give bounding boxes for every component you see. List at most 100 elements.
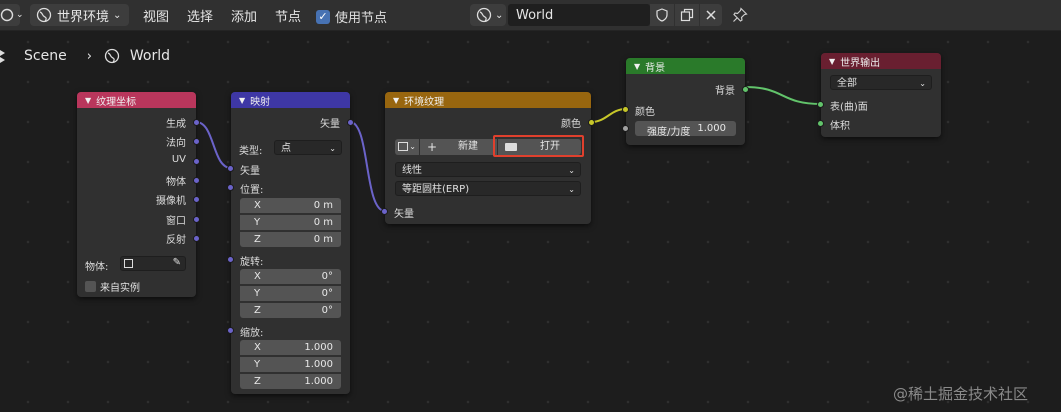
node-header[interactable]: ▼ 背景 (626, 58, 745, 74)
from-instancer-checkbox[interactable]: 来自实例 (85, 279, 140, 294)
pin-icon (732, 7, 748, 23)
socket-location[interactable] (227, 184, 234, 191)
socket-surface-in[interactable] (817, 101, 824, 108)
chevron-down-icon: ⌄ (919, 79, 926, 88)
chevron-down-icon: ⌄ (568, 185, 575, 194)
socket-uv[interactable] (193, 158, 200, 165)
menu-select[interactable]: 选择 (187, 6, 213, 25)
location-x-field[interactable]: X0 m (240, 198, 341, 213)
menu-node[interactable]: 节点 (275, 6, 301, 25)
scale-label: 缩放: (240, 328, 264, 339)
rotation-z-field[interactable]: Z 0° (240, 303, 341, 318)
world-name: World (516, 7, 554, 23)
breadcrumb-scene: Scene (24, 48, 67, 64)
projection-dropdown[interactable]: 等距圆柱(ERP) ⌄ (395, 181, 581, 196)
new-image-button[interactable]: + 新建 (420, 139, 497, 155)
rotation-x-field[interactable]: X 0° (240, 269, 341, 284)
collapse-icon[interactable]: ▼ (634, 62, 640, 71)
rotation-label: 旋转: (240, 257, 264, 268)
socket-normal[interactable] (193, 138, 200, 145)
unlink-button[interactable] (700, 4, 722, 26)
vector-input-label: 矢量 (240, 166, 260, 177)
interpolation-dropdown[interactable]: 线性 ⌄ (395, 162, 581, 177)
collapse-icon[interactable]: ▼ (85, 96, 91, 105)
socket-vector-out[interactable] (347, 119, 354, 126)
socket-volume-in[interactable] (817, 120, 824, 127)
location-y-field[interactable]: Y0 m (240, 215, 341, 230)
eyedropper-icon[interactable]: ✎ (173, 257, 181, 268)
scene-icon (0, 47, 14, 65)
mapping-type-dropdown[interactable]: 点 ⌄ (274, 140, 342, 155)
link-generated-to-vector (195, 121, 232, 169)
socket-color-in[interactable] (622, 106, 629, 113)
node-header[interactable]: ▼ 环境纹理 (385, 92, 591, 108)
menu-add[interactable]: 添加 (231, 6, 257, 25)
scale-y-field[interactable]: Y 1.000 (240, 357, 341, 372)
node-mapping[interactable]: ▼ 映射 矢量 类型: 点 ⌄ 矢量 位置: X0 m Y0 m Z0 m 旋转… (227, 92, 354, 394)
socket-scale[interactable] (227, 327, 234, 334)
object-field[interactable]: ✎ (120, 256, 186, 271)
socket-reflection[interactable] (193, 235, 200, 242)
node-background[interactable]: ▼ 背景 背景 颜色 强度/力度 1.000 (622, 58, 749, 145)
new-image-label: 新建 (458, 141, 478, 152)
socket-vector-in[interactable] (381, 208, 388, 215)
socket-camera[interactable] (193, 196, 200, 203)
node-header[interactable]: ▼ 世界输出 (821, 53, 941, 69)
node-header[interactable]: ▼ 纹理坐标 (77, 92, 196, 108)
socket-rotation[interactable] (227, 256, 234, 263)
rotation-y-field[interactable]: Y 0° (240, 286, 341, 301)
output-window: 窗口 (166, 216, 186, 227)
volume-label: 体积 (830, 121, 850, 132)
output-camera: 摄像机 (156, 196, 186, 207)
target-dropdown[interactable]: 全部 ⌄ (830, 75, 932, 90)
breadcrumb-world: World (129, 48, 171, 64)
mapping-type-value: 点 (281, 143, 291, 154)
pin-button[interactable] (732, 7, 748, 27)
link-mapping-to-envtex (349, 121, 386, 212)
node-editor-header: ⌄ 世界环境 ⌄ 视图 选择 添加 节点 ✓ 使用节点 ⌄ World (0, 0, 1061, 31)
world-name-field[interactable]: World (508, 4, 650, 26)
menu-view[interactable]: 视图 (143, 6, 169, 25)
node-title: 纹理坐标 (96, 96, 137, 108)
collapse-icon[interactable]: ▼ (239, 96, 245, 105)
location-z-field[interactable]: Z0 m (240, 232, 341, 247)
world-icon (36, 7, 52, 23)
socket-strength-in[interactable] (622, 125, 629, 132)
node-environment-texture[interactable]: ▼ 环境纹理 颜色 ⌄ + 新建 打开 线性 ⌄ 等距圆柱(ERP) ⌄ 矢量 (381, 92, 595, 224)
node-texture-coordinate[interactable]: ▼ 纹理坐标 生成 法向 UV 物体 摄像机 窗口 反射 物体: ✎ 来自实例 (77, 92, 200, 297)
output-object: 物体 (166, 177, 186, 188)
fake-user-button[interactable] (650, 4, 674, 26)
image-icon (398, 142, 408, 151)
world-browse-button[interactable]: ⌄ (470, 4, 506, 26)
socket-vector-in[interactable] (227, 165, 234, 172)
socket-background-out[interactable] (742, 86, 749, 93)
plus-icon: + (427, 140, 438, 154)
socket-generated[interactable] (193, 119, 200, 126)
world-icon (104, 48, 120, 64)
socket-color-out[interactable] (588, 119, 595, 126)
interpolation-value: 线性 (402, 165, 422, 176)
editor-type-button[interactable]: ⌄ (0, 4, 24, 26)
shader-type-dropdown[interactable]: 世界环境 ⌄ (30, 4, 129, 26)
image-browse-button[interactable]: ⌄ (395, 139, 419, 155)
scale-x-field[interactable]: X 1.000 (240, 340, 341, 355)
location-label: 位置: (240, 185, 264, 196)
scale-z-field[interactable]: Z 1.000 (240, 374, 341, 389)
close-icon (705, 9, 717, 21)
duplicate-button[interactable] (675, 4, 699, 26)
socket-window[interactable] (193, 216, 200, 223)
socket-object[interactable] (193, 177, 200, 184)
node-title: 映射 (250, 96, 271, 108)
strength-field[interactable]: 强度/力度 1.000 (635, 121, 736, 138)
shield-icon (655, 8, 669, 22)
node-header[interactable]: ▼ 映射 (231, 92, 350, 108)
node-world-output[interactable]: ▼ 世界输出 全部 ⌄ 表(曲)面 体积 (817, 53, 941, 137)
collapse-icon[interactable]: ▼ (829, 57, 835, 66)
object-icon (124, 259, 133, 268)
collapse-icon[interactable]: ▼ (393, 96, 399, 105)
watermark: @稀土掘金技术社区 (893, 385, 1029, 403)
color-input-label: 颜色 (635, 107, 655, 118)
node-title: 背景 (645, 62, 666, 74)
output-uv: UV (171, 154, 186, 165)
use-nodes-toggle[interactable]: ✓ 使用节点 (316, 7, 387, 26)
